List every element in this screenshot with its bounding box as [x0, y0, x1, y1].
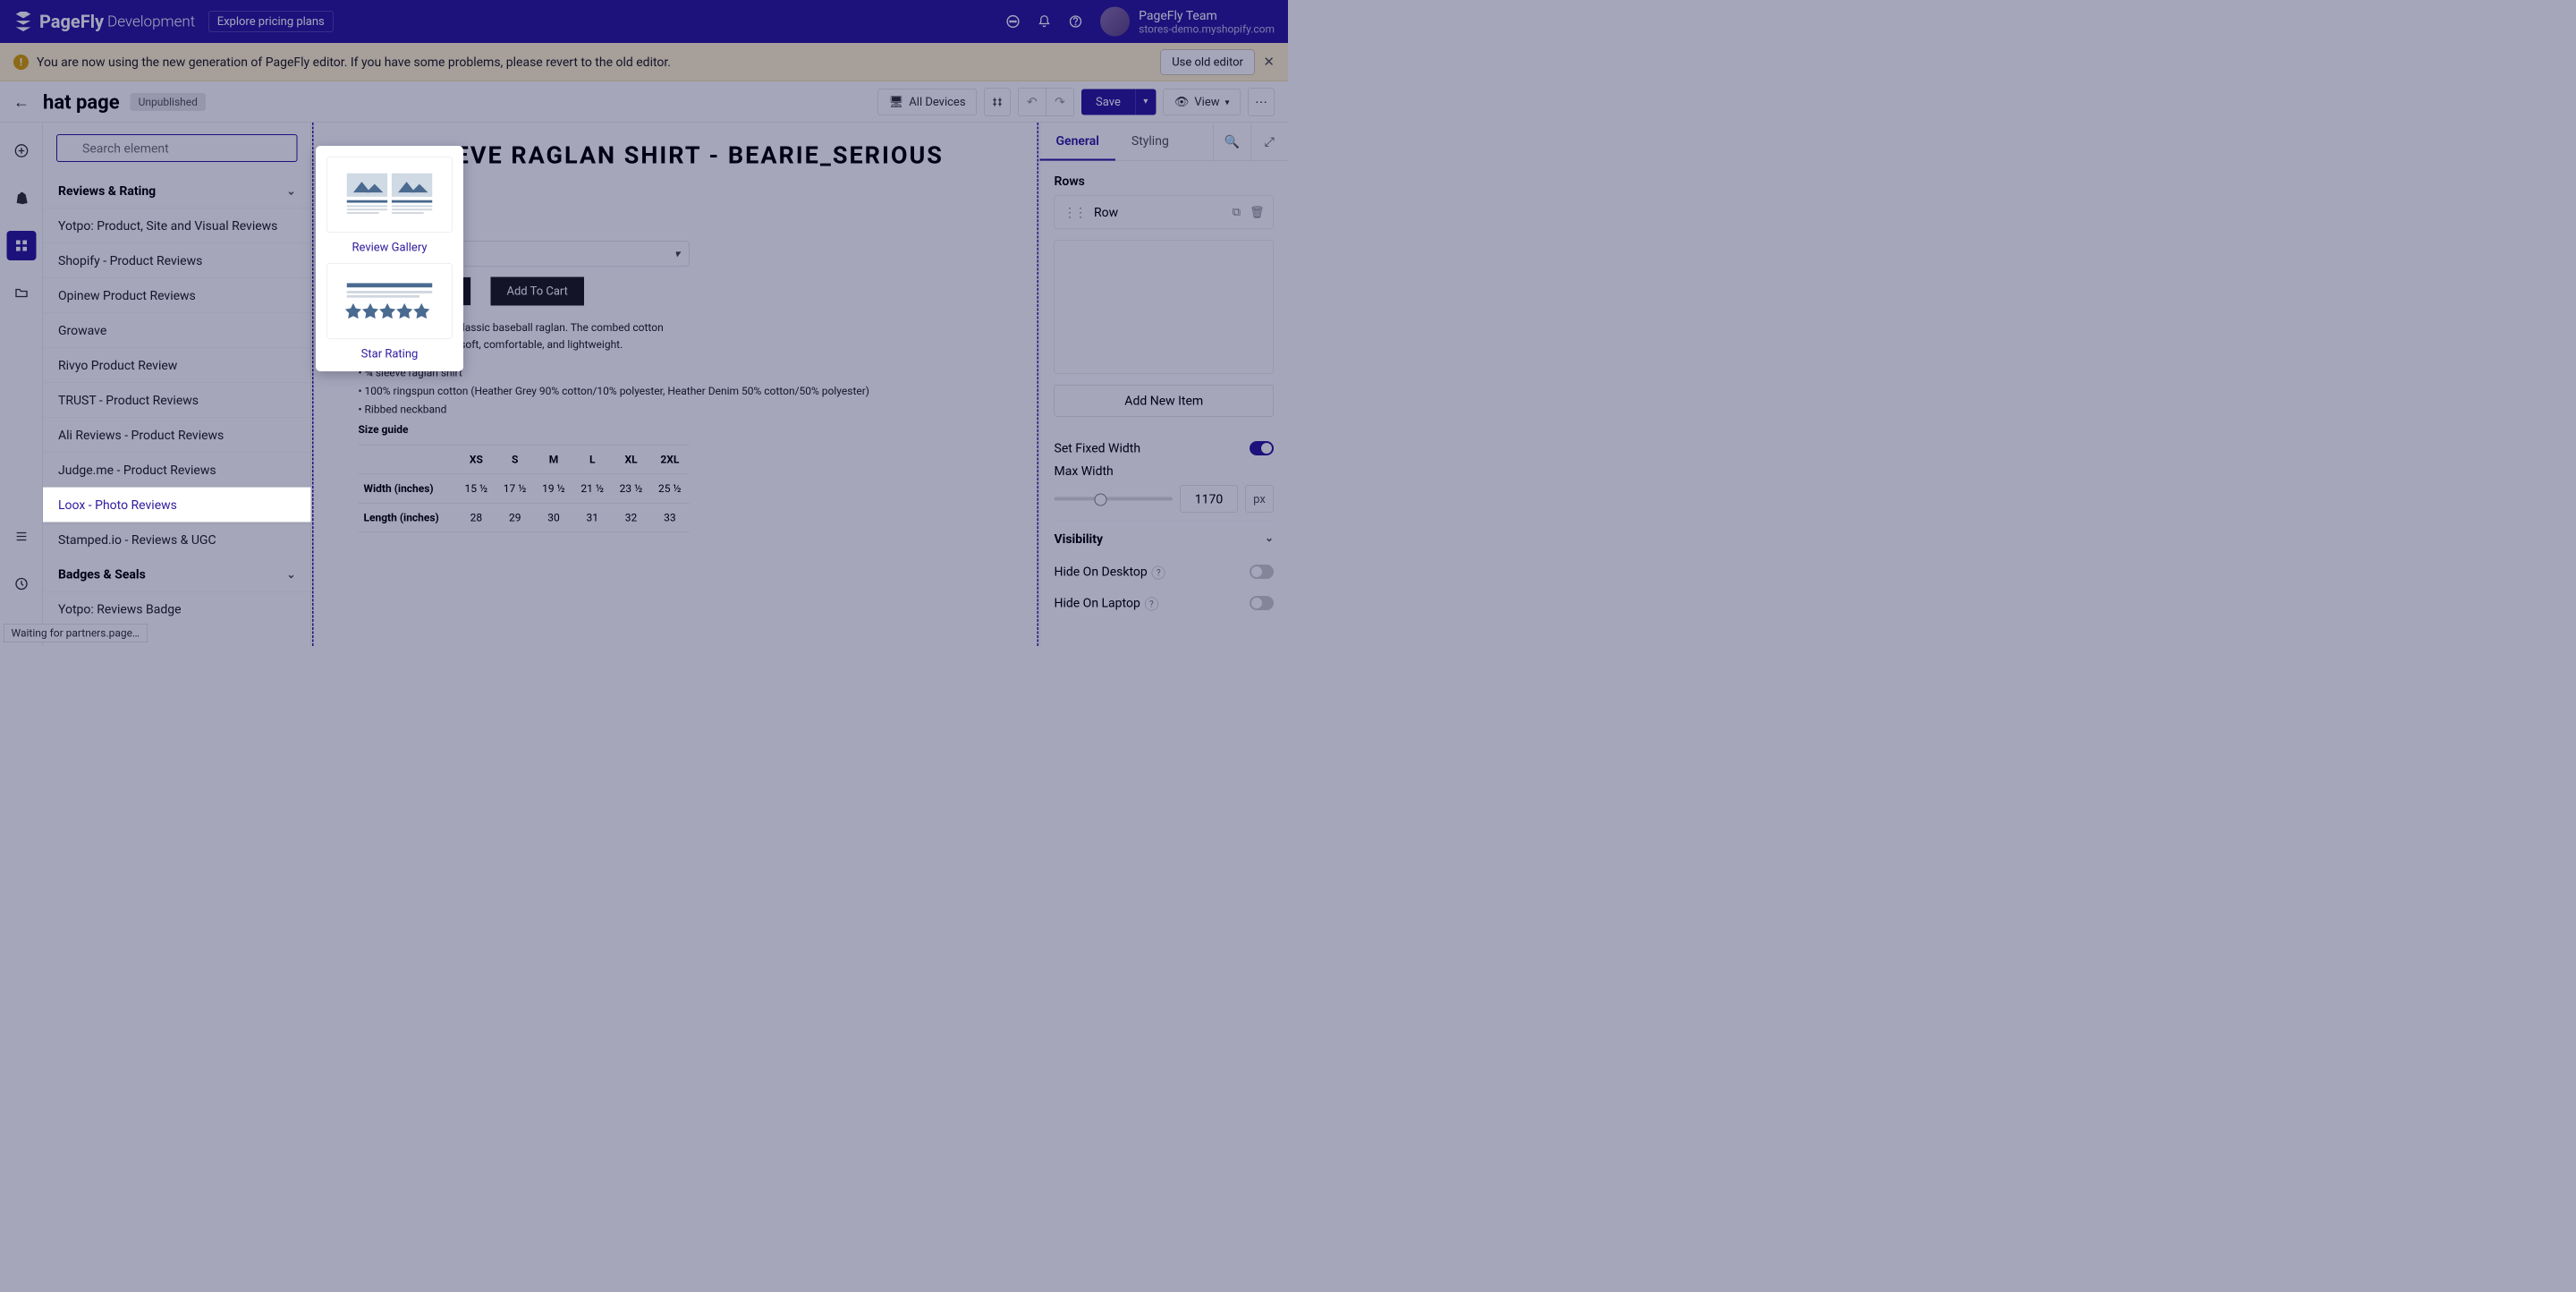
settings-icon[interactable]: [984, 88, 1011, 115]
history-icon[interactable]: [6, 569, 36, 599]
expand-icon[interactable]: ⤢: [1250, 123, 1288, 161]
max-width-slider[interactable]: [1055, 497, 1174, 501]
explore-plans-button[interactable]: Explore pricing plans: [208, 11, 333, 32]
save-button-group: Save ▾: [1081, 89, 1156, 115]
search-input[interactable]: [56, 134, 298, 162]
list-item[interactable]: Ali Reviews - Product Reviews: [43, 418, 311, 453]
size-table: XSSMLXL2XL Width (inches)15 ½17 ½19 ½21 …: [359, 445, 690, 532]
undo-redo-group: ↶ ↷: [1018, 88, 1074, 116]
hide-desktop-toggle[interactable]: [1250, 565, 1274, 579]
tab-styling[interactable]: Styling: [1115, 123, 1185, 161]
brand-suffix: Development: [107, 13, 195, 30]
team-domain: stores-demo.myshopify.com: [1139, 22, 1275, 35]
help-icon[interactable]: [1065, 12, 1086, 32]
gallery-preview-icon: [343, 168, 436, 222]
list-item[interactable]: Growave: [43, 313, 311, 348]
visibility-section[interactable]: Visibility⌄: [1055, 522, 1275, 557]
view-button[interactable]: 👁View▾: [1163, 89, 1241, 115]
add-to-cart-button[interactable]: Add To Cart: [491, 276, 584, 305]
hide-laptop-label: Hide On Laptop?: [1055, 596, 1158, 611]
help-icon[interactable]: ?: [1145, 598, 1158, 611]
list-item[interactable]: Yotpo: Reviews Badge: [43, 591, 311, 626]
list-item-loox[interactable]: Loox - Photo Reviews: [43, 488, 311, 523]
desktop-icon: 🖥: [889, 95, 904, 108]
add-icon[interactable]: [6, 136, 36, 166]
more-icon[interactable]: ⋯: [1248, 88, 1275, 115]
group-reviews-rating[interactable]: Reviews & Rating⌄: [43, 174, 311, 208]
avatar[interactable]: [1100, 7, 1130, 37]
add-new-item-button[interactable]: Add New Item: [1055, 385, 1275, 417]
list-item[interactable]: TRUST - Product Reviews: [43, 383, 311, 418]
chat-icon[interactable]: [1003, 12, 1023, 32]
save-button[interactable]: Save: [1081, 89, 1135, 115]
page-title: hat page: [43, 90, 120, 114]
set-fixed-width-label: Set Fixed Width: [1055, 441, 1141, 456]
statusbar-text: Waiting for partners.page…: [4, 624, 148, 642]
copy-icon[interactable]: ⧉: [1233, 206, 1241, 220]
product-bullet: • 100% ringspun cotton (Heather Grey 90%…: [359, 382, 993, 400]
variant-caption: Star Rating: [326, 347, 453, 361]
chevron-down-icon: ⌄: [1265, 531, 1274, 547]
pagefly-logo-icon: [13, 12, 33, 31]
status-badge: Unpublished: [131, 93, 206, 111]
variant-star-rating[interactable]: [326, 263, 453, 339]
shopify-icon[interactable]: [6, 183, 36, 213]
product-bullet: • Ribbed neckband: [359, 400, 993, 418]
fixed-width-toggle[interactable]: [1250, 441, 1274, 455]
list-item[interactable]: Opinew Product Reviews: [43, 278, 311, 313]
chevron-down-icon: ⌄: [286, 568, 295, 581]
variant-review-gallery[interactable]: [326, 157, 453, 233]
back-icon[interactable]: ←: [13, 92, 30, 111]
hide-laptop-toggle[interactable]: [1250, 596, 1274, 610]
size-guide-label: Size guide: [359, 423, 993, 436]
tab-general[interactable]: General: [1040, 123, 1115, 161]
empty-drop-zone[interactable]: [1055, 240, 1275, 374]
star-rating-preview-icon: [343, 275, 436, 328]
warning-icon: !: [13, 55, 29, 70]
eye-icon: 👁: [1174, 95, 1190, 108]
element-variants-popover: Review Gallery Star Rating: [316, 146, 463, 371]
close-banner-icon[interactable]: ✕: [1263, 55, 1275, 71]
team-name: PageFly Team: [1139, 8, 1275, 23]
banner-text: You are now using the new generation of …: [37, 55, 671, 70]
folder-icon[interactable]: [6, 278, 36, 308]
save-dropdown-icon[interactable]: ▾: [1135, 89, 1157, 115]
max-width-label: Max Width: [1055, 463, 1275, 479]
undo-icon[interactable]: ↶: [1019, 88, 1046, 115]
use-old-editor-button[interactable]: Use old editor: [1161, 49, 1255, 74]
redo-icon[interactable]: ↷: [1046, 88, 1074, 115]
hide-desktop-label: Hide On Desktop?: [1055, 565, 1165, 580]
delete-icon[interactable]: 🗑: [1250, 206, 1265, 219]
help-icon[interactable]: ?: [1152, 566, 1165, 580]
list-item[interactable]: Stamped.io - Reviews & UGC: [43, 523, 311, 557]
list-item[interactable]: Shopify - Product Reviews: [43, 243, 311, 278]
brand-name: PageFly: [39, 11, 104, 32]
max-width-value[interactable]: 1170: [1180, 486, 1238, 513]
outline-icon[interactable]: [6, 522, 36, 551]
chevron-down-icon: ▾: [674, 247, 680, 259]
elements-icon[interactable]: [6, 231, 36, 260]
unit-label: px: [1245, 486, 1274, 513]
row-item[interactable]: ⋮⋮ Row ⧉ 🗑: [1055, 196, 1275, 230]
bell-icon[interactable]: [1034, 12, 1055, 32]
search-icon[interactable]: 🔍: [1213, 123, 1250, 161]
chevron-down-icon: ⌄: [286, 184, 295, 197]
list-item[interactable]: Judge.me - Product Reviews: [43, 453, 311, 488]
drag-handle-icon[interactable]: ⋮⋮: [1063, 205, 1085, 220]
list-item[interactable]: Rivyo Product Review: [43, 348, 311, 383]
all-devices-button[interactable]: 🖥All Devices: [877, 89, 977, 115]
rows-label: Rows: [1055, 174, 1275, 189]
group-badges-seals[interactable]: Badges & Seals⌄: [43, 557, 311, 592]
list-item[interactable]: Yotpo: Product, Site and Visual Reviews: [43, 208, 311, 243]
variant-caption: Review Gallery: [326, 241, 453, 254]
